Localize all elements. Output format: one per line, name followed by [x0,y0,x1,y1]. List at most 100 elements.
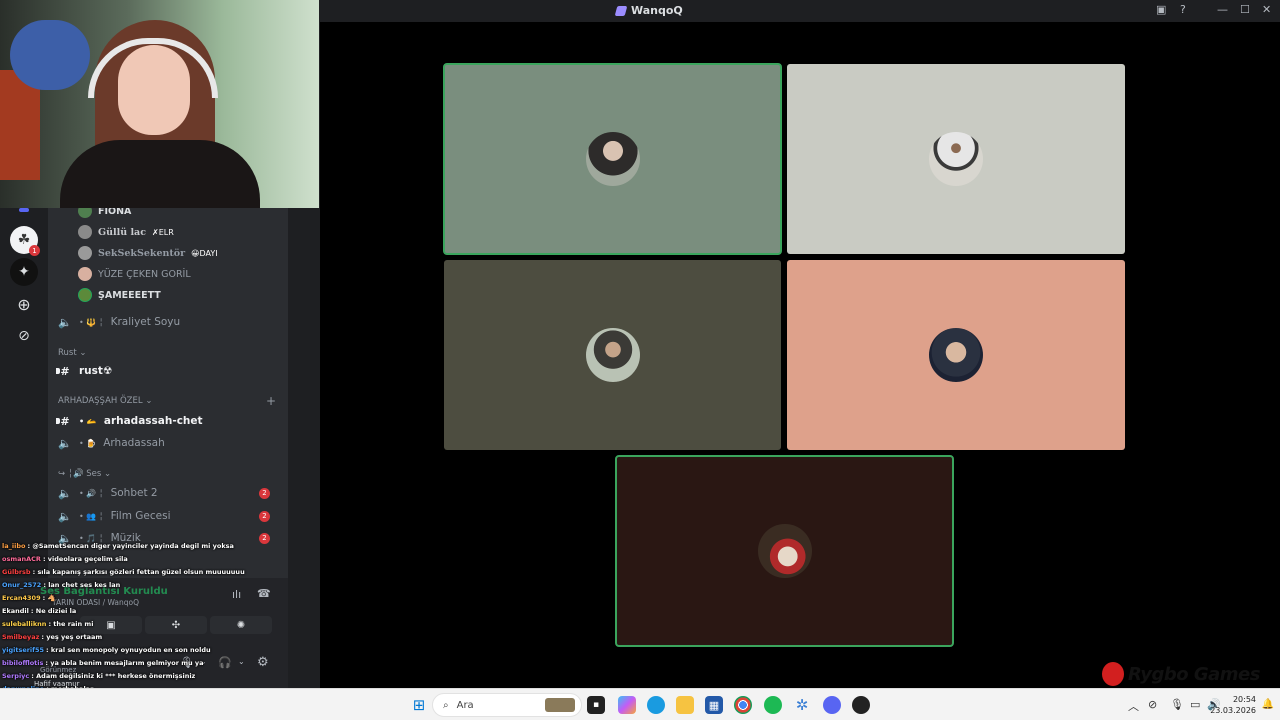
server-icon[interactable]: ✦ [10,258,38,286]
channel-label: rust☢ [79,365,113,377]
minimize-button[interactable]: — [1217,3,1228,16]
mention-badge: 2 [259,487,270,499]
search-placeholder: Ara [456,699,474,711]
spotify-icon[interactable] [764,696,782,714]
camera-icon: ▣ [106,619,116,631]
speaker-icon: 🔈 [58,531,72,545]
channel-label: Arhadassah [103,437,165,449]
maximize-button[interactable]: ☐ [1240,3,1250,16]
member-avatar [78,246,92,260]
participant-avatar [757,524,812,578]
streamer-webcam [0,0,319,208]
voice-status: Ses Bağlantısı Kuruldu [40,586,168,597]
channel-film[interactable]: 🔈 • 👥 ╎ Film Gecesi 2 [58,507,280,525]
discover-icon[interactable]: ⊘ [10,322,38,350]
participant-tile[interactable] [787,64,1125,254]
activities-icon: ✣ [171,619,181,631]
channel-label: arhadassah-chet [103,415,203,427]
member-tag: 😀DAYI [191,248,218,258]
voice-member[interactable]: Güllü lac ✗ELR [78,225,174,239]
watermark-text: Rygbo Games [1128,663,1260,685]
edge-icon[interactable] [647,696,665,714]
activities-button[interactable]: ✣ [145,616,207,634]
file-explorer-icon[interactable] [676,696,694,714]
notifications-icon[interactable]: 🔔 [1262,699,1274,710]
microphone-icon[interactable]: 🎙 [180,656,194,669]
voice-member[interactable]: YÜZE ÇEKEN GORİL [78,267,191,281]
channel-muzik[interactable]: 🔈 • 🎵 ╎ Müzik 2 [58,529,280,547]
tray-mic-icon[interactable]: 🎙 [1170,698,1184,711]
channel-rust[interactable]: # rust☢ [56,362,280,380]
participant-tile[interactable] [444,260,781,450]
voice-member[interactable]: SekSekSekentör 😀DAYI [78,246,218,260]
channel-label: Müzik [110,532,141,544]
tray-app-icon[interactable]: ⊘ [1148,698,1157,711]
clock-time: 20:54 [1232,695,1256,704]
app-logo-icon [614,5,628,16]
help-icon[interactable]: ? [1180,3,1186,16]
discord-icon[interactable] [823,696,841,714]
soundboard-button[interactable]: ✺ [210,616,272,634]
channel-arhadassah-chet[interactable]: # • 🫴 arhadassah-chet [56,412,280,430]
window-title-text: WanqoQ [631,4,683,17]
member-avatar [78,225,92,239]
mic-options-icon[interactable]: ⌄ [200,657,207,666]
audio-options-icon[interactable]: ⌄ [238,657,245,666]
channel-label: Film Gecesi [110,510,171,522]
windows-start-icon[interactable]: ⊞ [410,696,428,714]
participant-avatar [585,132,640,186]
category-rust[interactable]: Rust ⌄ [58,348,87,358]
member-name: YÜZE ÇEKEN GORİL [98,268,191,280]
channel-arhadassah[interactable]: 🔈 • 🍺 Arhadassah [58,434,280,452]
channel-label: Sohbet 2 [110,487,158,499]
member-avatar [78,288,92,302]
speaker-icon: 🔈 [58,436,72,450]
user-name: Hafif vaamur [34,680,80,688]
add-channel-icon[interactable]: + [266,394,276,408]
channel-sohbet2[interactable]: 🔈 • 🔊 ╎ Sohbet 2 2 [58,484,280,502]
close-button[interactable]: ✕ [1262,3,1271,16]
clock-date: 23.03.2026 [1210,706,1256,715]
app-icon[interactable]: ✲ [793,696,811,714]
member-name: ŞAMEEEETT [98,289,161,301]
disconnect-icon[interactable]: ☎ [257,587,271,600]
add-server-icon[interactable]: ⊕ [10,290,38,318]
network-icon[interactable]: ▭ [1190,698,1200,711]
category-ses[interactable]: ↪ ╎🔊 Ses ⌄ [58,469,111,479]
voice-location[interactable]: YARIN ODASI / WanqoQ [52,598,139,607]
participant-tile[interactable] [615,455,954,647]
category-private[interactable]: ARHADAŞŞAH ÖZEL ⌄ [58,396,152,406]
participant-avatar [929,132,983,186]
chrome-icon[interactable] [734,696,752,714]
mention-badge: 2 [259,532,270,544]
taskbar-search[interactable]: ⌕ Ara [432,693,582,717]
store-icon[interactable]: ▦ [705,696,723,714]
channel-label: Kraliyet Soyu [110,316,181,328]
member-tag: ✗ELR [152,227,174,237]
speaker-icon: 🔈 [58,509,72,523]
camera-button[interactable]: ▣ [80,616,142,634]
participant-tile[interactable] [787,260,1125,450]
channel-kraliyet[interactable]: 🔈 • 🔱 ╎ Kraliyet Soyu [58,313,280,331]
member-avatar [78,267,92,281]
server-indicator [19,208,29,212]
task-view-icon[interactable]: ▪ [587,696,605,714]
server-icon[interactable]: ☘ 1 [10,226,40,256]
noise-suppression-icon[interactable]: ılı [232,588,241,601]
unread-indicator [56,368,60,374]
participant-avatar [929,328,983,382]
soundboard-icon: ✺ [236,619,246,631]
copilot-icon[interactable] [618,696,636,714]
inbox-icon[interactable]: ▣ [1156,3,1166,16]
headphones-icon[interactable]: 🎧 [218,656,232,669]
participant-tile[interactable] [443,63,782,255]
settings-icon[interactable]: ⚙ [257,655,269,670]
member-name: Güllü lac [98,226,147,238]
tray-overflow-icon[interactable]: ︿ [1128,698,1139,714]
system-clock[interactable]: 20:54 23.03.2026 [1210,694,1256,716]
hash-icon: # [60,364,70,378]
voice-member[interactable]: ŞAMEEEETT [78,288,161,302]
window-title: WanqoQ [614,4,683,17]
mention-badge: 2 [259,510,270,522]
obs-icon[interactable] [852,696,870,714]
